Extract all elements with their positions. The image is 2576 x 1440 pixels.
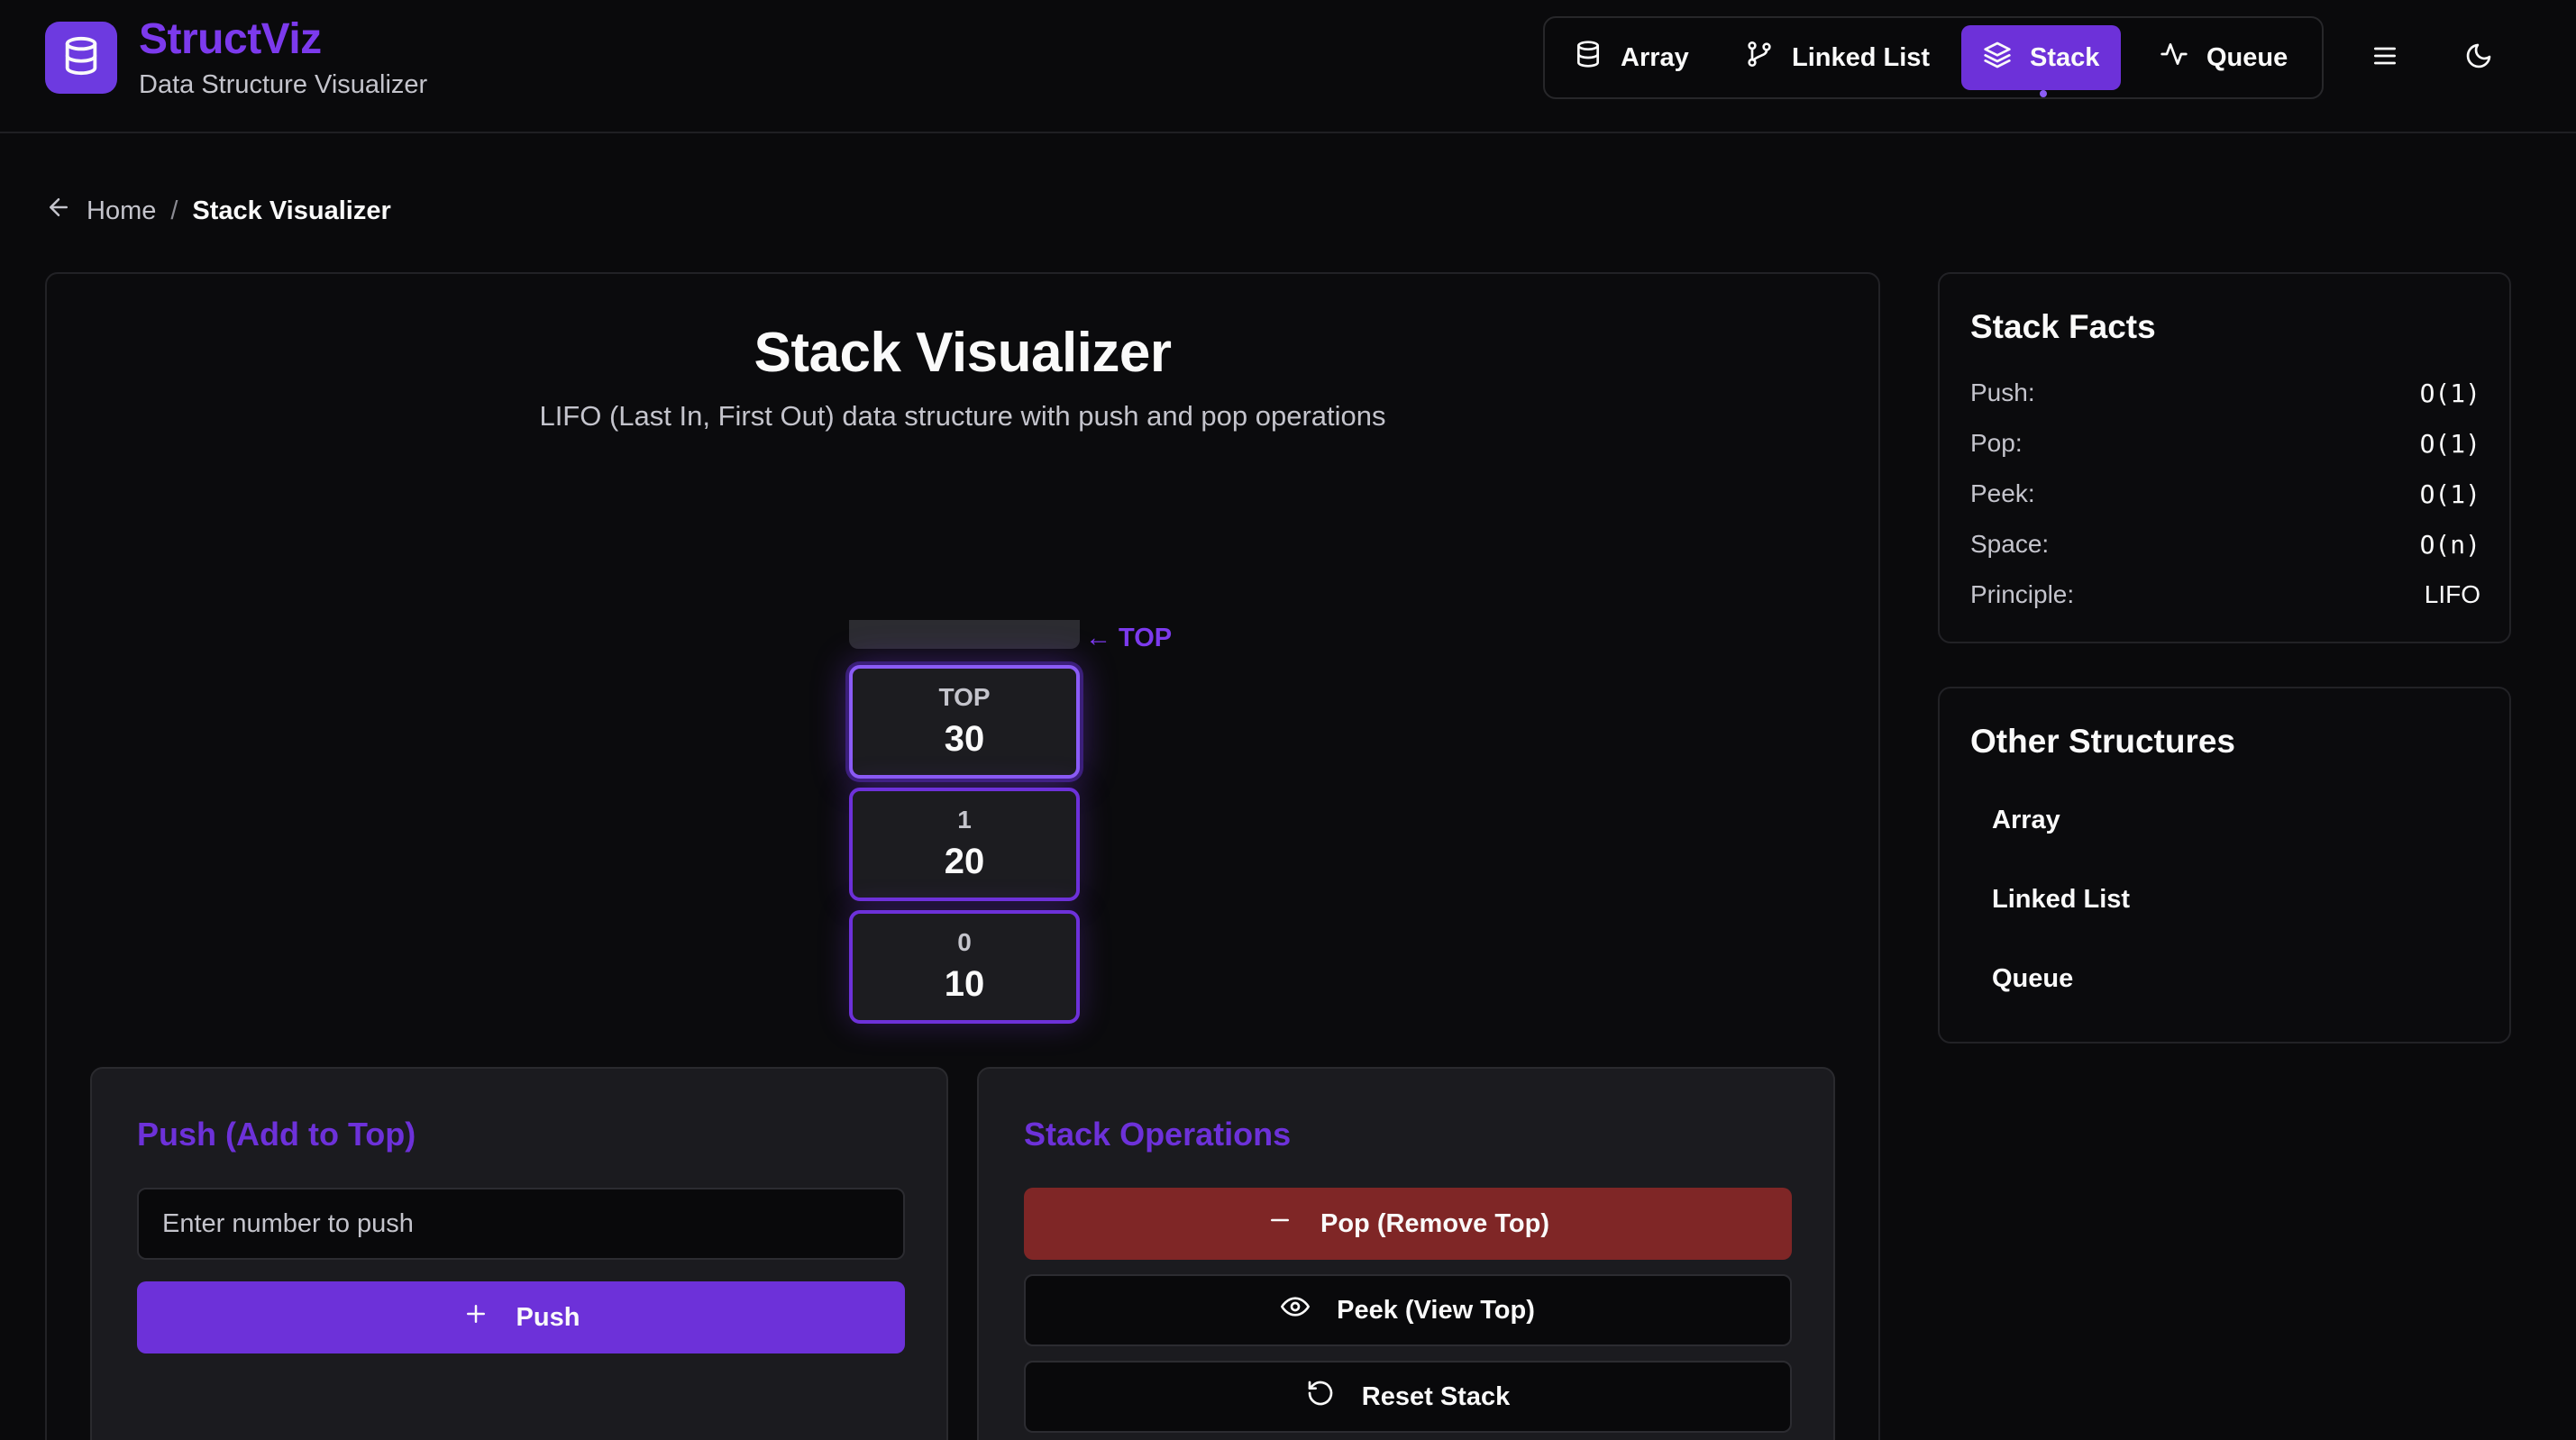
- moon-icon: [2464, 41, 2493, 75]
- top-header: StructViz Data Structure Visualizer Arra…: [0, 0, 2576, 133]
- nav-item-label: Queue: [2206, 42, 2288, 72]
- brand-name[interactable]: StructViz: [139, 14, 322, 64]
- stack-item-top[interactable]: TOP 30: [849, 665, 1080, 779]
- nav-item-linked-list[interactable]: Linked List: [1723, 25, 1951, 90]
- top-pointer-label: ← TOP: [1085, 624, 1173, 652]
- pop-button[interactable]: Pop (Remove Top): [1024, 1188, 1792, 1260]
- nav-item-label: Linked List: [1792, 42, 1931, 72]
- fact-row: Peek: O(1): [1970, 476, 2480, 512]
- database-icon: [1574, 40, 1603, 76]
- fact-key: Peek:: [1970, 479, 2035, 507]
- nav-item-queue[interactable]: Queue: [2138, 25, 2309, 90]
- peek-button[interactable]: Peek (View Top): [1024, 1274, 1792, 1346]
- fact-row: Push: O(1): [1970, 375, 2480, 411]
- menu-button[interactable]: [2352, 25, 2417, 90]
- page-subtitle: LIFO (Last In, First Out) data structure…: [539, 400, 1386, 432]
- push-card-title: Push (Add to Top): [137, 1116, 416, 1153]
- fact-value: LIFO: [2424, 580, 2480, 608]
- rotate-ccw-icon: [1306, 1379, 1335, 1415]
- peek-button-label: Peek (View Top): [1337, 1295, 1535, 1325]
- logo[interactable]: [45, 22, 117, 94]
- nav-item-array[interactable]: Array: [1552, 25, 1711, 90]
- fact-value: O(1): [2419, 478, 2480, 509]
- push-value-input[interactable]: [137, 1188, 905, 1260]
- other-structures-card: Other Structures Array Linked List Queue: [1938, 687, 2511, 1044]
- page-title: Stack Visualizer: [754, 322, 1172, 384]
- pop-button-label: Pop (Remove Top): [1320, 1208, 1550, 1238]
- fact-key: Push:: [1970, 378, 2035, 406]
- reset-button[interactable]: Reset Stack: [1024, 1361, 1792, 1433]
- breadcrumb: Home / Stack Visualizer: [45, 193, 391, 229]
- push-button-label: Push: [516, 1302, 580, 1332]
- stack-top-slot: [849, 620, 1080, 649]
- minus-icon: [1266, 1207, 1293, 1241]
- breadcrumb-current: Stack Visualizer: [192, 196, 391, 225]
- other-structure-link-array[interactable]: Array: [1992, 806, 2060, 835]
- other-structure-link-linked-list[interactable]: Linked List: [1992, 885, 2130, 915]
- breadcrumb-home-link[interactable]: Home: [87, 196, 156, 226]
- reset-button-label: Reset Stack: [1361, 1381, 1511, 1411]
- stack-item-value: 30: [944, 719, 985, 759]
- git-branch-icon: [1745, 40, 1774, 76]
- nav-item-label: Stack: [2030, 42, 2100, 72]
- stack-facts-card: Stack Facts Push: O(1) Pop: O(1) Peek: O…: [1938, 272, 2511, 643]
- fact-row: Pop: O(1): [1970, 425, 2480, 461]
- eye-icon: [1281, 1292, 1311, 1328]
- operations-card: Stack Operations Pop (Remove Top) Peek (…: [977, 1067, 1835, 1440]
- main-nav: Array Linked List Stack Queue: [1543, 16, 2324, 99]
- stack-facts-title: Stack Facts: [1970, 308, 2156, 345]
- stack-item-value: 20: [944, 842, 985, 881]
- push-button[interactable]: Push: [137, 1281, 905, 1353]
- plus-icon: [462, 1300, 489, 1335]
- app-root: StructViz Data Structure Visualizer Arra…: [0, 0, 2576, 1440]
- layers-icon: [1983, 40, 2012, 76]
- fact-key: Principle:: [1970, 580, 2075, 608]
- stack-item[interactable]: 0 10: [849, 910, 1080, 1024]
- other-structure-link-queue[interactable]: Queue: [1992, 964, 2073, 994]
- push-card: Push (Add to Top) Push: [90, 1067, 948, 1440]
- fact-value: O(n): [2419, 529, 2480, 560]
- stack-item-value: 10: [944, 964, 985, 1004]
- nav-item-label: Array: [1621, 42, 1689, 72]
- breadcrumb-separator: /: [170, 196, 178, 225]
- fact-value: O(1): [2419, 378, 2480, 408]
- menu-icon: [2370, 41, 2399, 75]
- fact-row: Principle: LIFO: [1970, 577, 2480, 613]
- fact-key: Pop:: [1970, 429, 2023, 457]
- brand-subtitle: Data Structure Visualizer: [139, 70, 428, 99]
- stack-item-index: 0: [957, 928, 972, 956]
- stack-item-index: 1: [957, 806, 972, 834]
- activity-icon: [2160, 40, 2188, 76]
- theme-toggle-button[interactable]: [2446, 25, 2511, 90]
- fact-key: Space:: [1970, 530, 2050, 558]
- visualizer-panel: Stack Visualizer LIFO (Last In, First Ou…: [45, 272, 1880, 1440]
- operations-card-title: Stack Operations: [1024, 1116, 1292, 1153]
- arrow-left-icon[interactable]: [45, 194, 72, 228]
- stack-item[interactable]: 1 20: [849, 788, 1080, 901]
- active-nav-indicator: [2040, 90, 2047, 97]
- fact-value: O(1): [2419, 428, 2480, 459]
- fact-row: Space: O(n): [1970, 526, 2480, 562]
- stack-item-index: TOP: [938, 683, 991, 711]
- other-structures-title: Other Structures: [1970, 723, 2236, 760]
- nav-item-stack[interactable]: Stack: [1961, 25, 2122, 90]
- database-icon: [60, 35, 102, 81]
